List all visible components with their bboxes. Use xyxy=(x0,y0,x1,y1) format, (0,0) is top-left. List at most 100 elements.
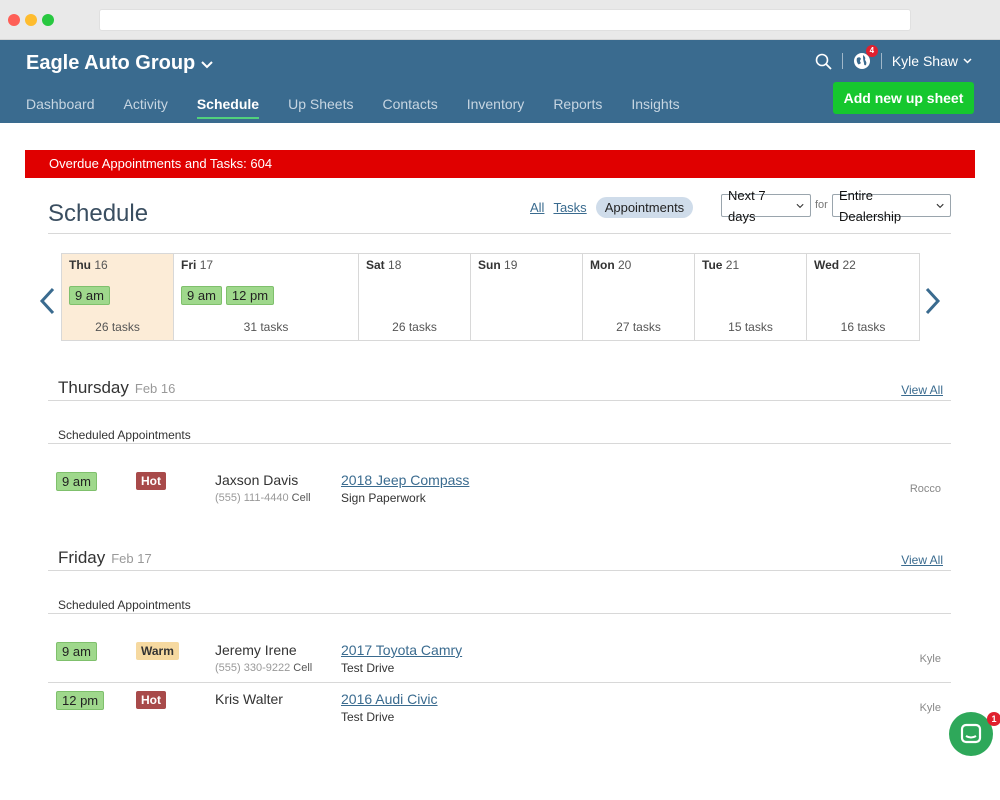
appointment-chips: 9 am xyxy=(69,286,110,305)
day-of-week: Sun xyxy=(478,258,501,272)
minimize-window-dot[interactable] xyxy=(25,14,37,26)
task-count: 15 tasks xyxy=(728,320,773,334)
time-chip: 9 am xyxy=(56,472,97,491)
temperature-badge: Warm xyxy=(136,642,179,660)
view-all-link[interactable]: View All xyxy=(901,553,943,567)
chevron-right-icon[interactable] xyxy=(924,287,942,315)
day-date: Feb 16 xyxy=(134,381,176,396)
task-count: 27 tasks xyxy=(616,320,661,334)
for-label: for xyxy=(815,199,828,211)
time-chip[interactable]: 9 am xyxy=(181,286,222,305)
add-new-up-sheet-button[interactable]: Add new up sheet xyxy=(833,82,974,114)
nav-item-reports[interactable]: Reports xyxy=(553,96,602,119)
chevron-down-icon xyxy=(936,203,944,208)
vehicle-link[interactable]: 2017 Toyota Camry xyxy=(341,642,462,658)
schedule-filter: All Tasks Appointments xyxy=(530,197,694,218)
day-number: 17 xyxy=(199,258,214,272)
task-count: 26 tasks xyxy=(392,320,437,334)
address-bar[interactable] xyxy=(99,9,911,31)
day-of-week: Thu xyxy=(69,258,91,272)
divider xyxy=(48,682,951,683)
filter-appointments-pill[interactable]: Appointments xyxy=(595,197,694,218)
customer-phone: (555) 111-4440 Cell xyxy=(215,492,311,504)
user-name: Kyle Shaw xyxy=(891,53,958,69)
day-of-week: Wed xyxy=(814,258,840,272)
temperature-badge: Hot xyxy=(136,691,166,709)
calendar-day-sun[interactable]: Sun 19 xyxy=(471,254,583,340)
phone-type: Cell xyxy=(293,662,313,674)
view-all-link[interactable]: View All xyxy=(901,383,943,397)
nav-item-dashboard[interactable]: Dashboard xyxy=(26,96,95,119)
owner-name: Kyle xyxy=(919,702,941,714)
notifications-button[interactable]: 4 xyxy=(853,45,878,70)
calendar-day-tue[interactable]: Tue 21 15 tasks xyxy=(695,254,807,340)
nav-item-contacts[interactable]: Contacts xyxy=(382,96,437,119)
chevron-left-icon[interactable] xyxy=(38,287,56,315)
day-of-week: Fri xyxy=(181,258,197,272)
nav-item-inventory[interactable]: Inventory xyxy=(467,96,525,119)
day-name: Thursday xyxy=(58,378,129,397)
scope-select[interactable]: Entire Dealership xyxy=(832,188,951,224)
day-label: Fri 17 xyxy=(181,258,213,272)
task-count: 31 tasks xyxy=(243,320,289,334)
nav-item-insights[interactable]: Insights xyxy=(631,96,679,119)
customer-name[interactable]: Jeremy Irene xyxy=(215,642,297,658)
calendar-day-thu[interactable]: Thu 16 9 am 26 tasks xyxy=(62,254,174,340)
divider xyxy=(48,570,951,571)
day-label: Sat 18 xyxy=(366,258,401,272)
filter-all-link[interactable]: All xyxy=(530,200,544,215)
overdue-banner[interactable]: Overdue Appointments and Tasks: 604 xyxy=(25,150,975,178)
day-label: Sun 19 xyxy=(478,258,517,272)
nav-item-activity[interactable]: Activity xyxy=(124,96,168,119)
day-number: 19 xyxy=(504,258,518,272)
calendar-day-mon[interactable]: Mon 20 27 tasks xyxy=(583,254,695,340)
header-utilities: 4 Kyle Shaw xyxy=(815,45,972,70)
phone-number: (555) 111-4440 xyxy=(215,492,289,504)
date-range-value: Next 7 days xyxy=(728,187,766,224)
chevron-down-icon xyxy=(201,60,213,68)
divider xyxy=(48,613,951,614)
nav-item-up-sheets[interactable]: Up Sheets xyxy=(288,96,353,119)
day-label: Thu 16 xyxy=(69,258,108,272)
day-of-week: Sat xyxy=(366,258,385,272)
time-chip: 9 am xyxy=(56,642,97,661)
customer-phone: (555) 330-9222 Cell xyxy=(215,662,312,674)
filter-tasks-link[interactable]: Tasks xyxy=(553,200,586,215)
phone-number: (555) 330-9222 xyxy=(215,662,291,674)
calendar-day-sat[interactable]: Sat 18 26 tasks xyxy=(359,254,471,340)
calendar-day-wed[interactable]: Wed 22 16 tasks xyxy=(807,254,919,340)
day-label: Mon 20 xyxy=(590,258,631,272)
notification-badge: 4 xyxy=(865,45,878,57)
temperature-badge: Hot xyxy=(136,472,166,490)
day-of-week: Mon xyxy=(590,258,615,272)
sub-heading: Scheduled Appointments xyxy=(58,598,191,612)
search-icon[interactable] xyxy=(815,53,832,70)
brand-switcher[interactable]: Eagle Auto Group xyxy=(26,52,213,75)
day-name: Friday xyxy=(58,548,106,567)
day-number: 21 xyxy=(725,258,740,272)
day-heading: Friday Feb 17 xyxy=(58,548,152,568)
phone-type: Cell xyxy=(291,492,311,504)
task-count: 26 tasks xyxy=(95,320,140,334)
divider xyxy=(48,443,951,444)
week-calendar: Thu 16 9 am 26 tasks Fri 17 9 am 12 pm 31 task… xyxy=(61,253,920,341)
day-heading: Thursday Feb 16 xyxy=(58,378,175,398)
customer-name[interactable]: Jaxson Davis xyxy=(215,472,298,488)
maximize-window-dot[interactable] xyxy=(42,14,54,26)
time-chip[interactable]: 12 pm xyxy=(225,286,275,305)
divider xyxy=(880,53,882,69)
nav-item-schedule[interactable]: Schedule xyxy=(196,96,260,119)
day-label: Wed 22 xyxy=(814,258,856,272)
time-chip[interactable]: 9 am xyxy=(69,286,110,305)
customer-name[interactable]: Kris Walter xyxy=(215,691,283,707)
close-window-dot[interactable] xyxy=(8,14,20,26)
vehicle-link[interactable]: 2016 Audi Civic xyxy=(341,691,438,707)
calendar-day-fri[interactable]: Fri 17 9 am 12 pm 31 tasks xyxy=(174,254,359,340)
user-menu[interactable]: Kyle Shaw xyxy=(892,53,972,69)
time-chip: 12 pm xyxy=(56,691,105,710)
date-range-select[interactable]: Next 7 days xyxy=(721,188,811,224)
chevron-down-icon xyxy=(963,58,972,64)
day-label: Tue 21 xyxy=(702,258,739,272)
vehicle-link[interactable]: 2018 Jeep Compass xyxy=(341,472,469,488)
sub-heading: Scheduled Appointments xyxy=(58,428,191,442)
